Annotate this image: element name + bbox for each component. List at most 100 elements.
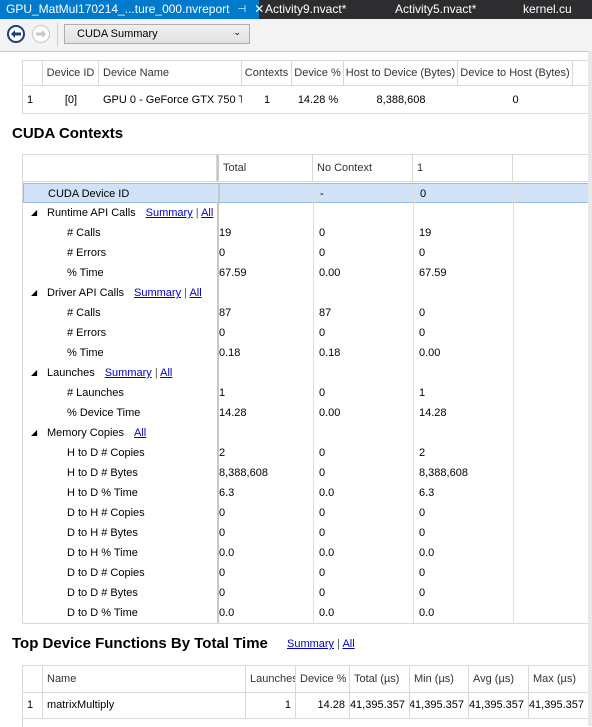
tree-leaf-row[interactable]: % Time 0.18 0.18 0.00 [23,343,592,363]
collapse-triangle-icon[interactable]: ◢ [31,203,37,223]
tab-activity5[interactable]: Activity5.nvact* [389,0,517,19]
column-header[interactable]: Device % [292,61,344,85]
column-divider [217,563,219,583]
column-divider [513,223,514,243]
column-divider [313,243,314,263]
tab-kernel-cu[interactable]: kernel.cu [517,0,592,19]
summary-link[interactable]: Summary [134,287,181,299]
all-link[interactable]: All [160,367,172,379]
column-divider [513,463,514,483]
column-header-no-context[interactable]: No Context [313,155,413,181]
tree-leaf-row[interactable]: # Calls 19 0 19 [23,223,592,243]
collapse-triangle-icon[interactable]: ◢ [31,423,37,443]
column-divider [513,523,514,543]
summary-link[interactable]: Summary [146,207,193,219]
row-label: % Device Time [67,407,141,419]
all-link[interactable]: All [201,207,213,219]
tree-leaf-row[interactable]: D to D % Time 0.0 0.0 0.0 [23,603,592,623]
column-divider [413,303,414,323]
pin-icon[interactable]: ⊣ [237,0,246,19]
column-header[interactable]: Total (µs) [350,666,410,692]
column-divider [217,483,219,503]
column-divider [514,184,515,204]
tree-group-row[interactable]: ◢ Runtime API Calls Summary | All [23,203,592,223]
toolbar-separator [57,23,58,47]
column-divider [313,283,314,303]
tree-leaf-row[interactable]: D to D # Copies 0 0 0 [23,563,592,583]
tree-leaf-row[interactable]: D to H % Time 0.0 0.0 0.0 [23,543,592,563]
cuda-contexts-table: Total No Context 1 CUDA Device ID - 0 ◢ Runt… [22,154,592,624]
column-divider [413,363,414,383]
top-functions-title: Top Device Functions By Total Time [12,635,268,652]
tree-leaf-row[interactable]: D to D # Bytes 0 0 0 [23,583,592,603]
table-row[interactable]: 1 [0] GPU 0 - GeForce GTX 750 Ti 1 14.28… [23,87,592,114]
tab-activity9[interactable]: Activity9.nvact* [259,0,389,19]
column-divider [413,203,414,223]
forward-button[interactable] [32,25,50,43]
table-row[interactable]: 1 matrixMultiply 1 14.28 41,395.357 41,3… [23,692,592,719]
column-divider [217,283,219,303]
tree-leaf-row[interactable]: H to D % Time 6.3 0.0 6.3 [23,483,592,503]
total-value: 0 [219,327,226,339]
no-context-value: 0 [319,467,326,479]
tree-group-row[interactable]: ◢ Driver API Calls Summary | All [23,283,592,303]
context-1-value: 0 [419,247,426,259]
tree-leaf-row[interactable]: # Launches 1 0 1 [23,383,592,403]
column-header[interactable]: Avg (µs) [469,666,529,692]
column-header[interactable]: Device to Host (Bytes) [458,61,573,85]
column-header[interactable]: Name [43,666,246,692]
view-selector-dropdown[interactable]: CUDA Summary ⌄ [64,24,250,44]
column-header[interactable]: Host to Device (Bytes) [344,61,458,85]
collapse-triangle-icon[interactable]: ◢ [31,283,37,303]
tree-leaf-row[interactable]: H to D # Bytes 8,388,608 0 8,388,608 [23,463,592,483]
row-label: D to H % Time [67,547,138,559]
column-divider [314,184,315,204]
column-header[interactable]: Device ID [43,61,99,85]
tab-nvreport[interactable]: GPU_MatMul170214_...ture_000.nvreport ⊣ … [0,0,264,19]
summary-link[interactable]: Summary [287,638,334,650]
column-header[interactable]: Device % [296,666,350,692]
total-value: 14.28 [219,407,247,419]
column-header[interactable]: Max (µs) [529,666,589,692]
all-link[interactable]: All [134,427,146,439]
tree-leaf-row[interactable]: # Errors 0 0 0 [23,243,592,263]
summary-link[interactable]: Summary [105,367,152,379]
column-divider [313,423,314,443]
link-separator: | [151,367,161,379]
collapse-triangle-icon[interactable]: ◢ [31,363,37,383]
column-divider [313,363,314,383]
tree-leaf-row[interactable]: H to D # Copies 2 0 2 [23,443,592,463]
row-label: H to D # Bytes [67,467,138,479]
column-divider [313,523,314,543]
row-label: D to D # Copies [67,567,145,579]
row-label: H to D # Copies [67,447,145,459]
cuda-device-id-row[interactable]: CUDA Device ID - 0 [23,183,592,204]
column-divider [513,383,514,403]
tree-group-row[interactable]: ◢ Memory Copies All [23,423,592,443]
total-value: 0 [219,587,226,599]
tree-leaf-row[interactable]: D to H # Bytes 0 0 0 [23,523,592,543]
tree-leaf-row[interactable]: # Errors 0 0 0 [23,323,592,343]
column-divider [217,243,219,263]
column-header[interactable]: Contexts [242,61,292,85]
context-1-value: 2 [419,447,426,459]
column-header[interactable]: Device Name [99,61,242,85]
all-link[interactable]: All [189,287,201,299]
back-button[interactable] [7,25,25,43]
tree-leaf-row[interactable]: # Calls 87 87 0 [23,303,592,323]
column-header-context-1[interactable]: 1 [413,155,513,181]
column-divider [313,403,314,423]
tree-leaf-row[interactable]: % Time 67.59 0.00 67.59 [23,263,592,283]
column-divider [413,503,414,523]
column-divider [217,423,219,443]
column-header-total[interactable]: Total [217,155,313,181]
tree-group-row[interactable]: ◢ Launches Summary | All [23,363,592,383]
vertical-scrollbar[interactable] [588,51,592,726]
tree-leaf-row[interactable]: D to H # Copies 0 0 0 [23,503,592,523]
column-header[interactable]: Min (µs) [410,666,469,692]
all-link[interactable]: All [342,638,354,650]
tree-leaf-row[interactable]: % Device Time 14.28 0.00 14.28 [23,403,592,423]
total-value: 87 [219,307,232,319]
column-header[interactable]: Launches [246,666,296,692]
device-table: Device ID Device Name Contexts Device % … [22,60,592,114]
